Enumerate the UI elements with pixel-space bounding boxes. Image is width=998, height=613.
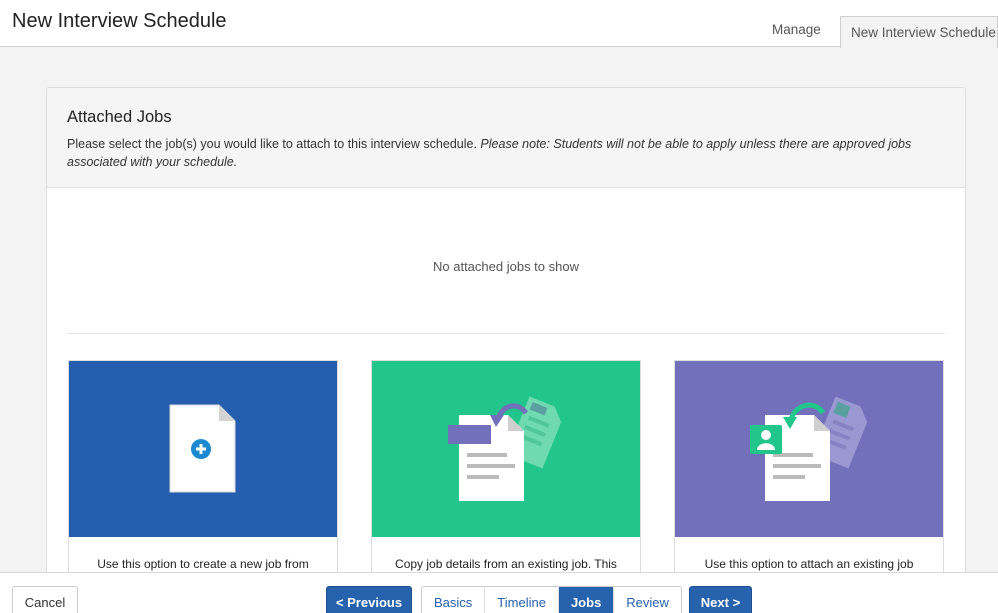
previous-button[interactable]: < Previous: [326, 586, 412, 613]
copy-document-icon: [448, 396, 562, 501]
top-bar: New Interview Schedule Manage New Interv…: [0, 0, 998, 48]
tab-manage[interactable]: Manage: [772, 22, 821, 37]
create-new-job-art: [69, 361, 337, 537]
create-new-job-caption: Use this option to create a new job from: [97, 557, 309, 571]
tab-new-interview-schedule[interactable]: New Interview Schedule: [840, 16, 998, 48]
panel-header: Attached Jobs Please select the job(s) y…: [47, 88, 965, 188]
attach-existing-job-card[interactable]: Use this option to attach an existing jo…: [674, 360, 944, 576]
divider: [67, 333, 945, 334]
footer-bar: Cancel < Previous Basics Timeline Jobs R…: [0, 572, 998, 613]
empty-jobs-message: No attached jobs to show: [433, 259, 579, 274]
attach-document-person-icon: [750, 396, 868, 501]
copy-job-card[interactable]: Copy job details from an existing job. T…: [371, 360, 641, 576]
step-review[interactable]: Review: [614, 587, 681, 613]
panel-description: Please select the job(s) you would like …: [67, 135, 945, 171]
wizard-steps: Basics Timeline Jobs Review: [421, 586, 682, 613]
panel-heading: Attached Jobs: [67, 108, 172, 126]
step-basics[interactable]: Basics: [422, 587, 486, 613]
cancel-button[interactable]: Cancel: [12, 586, 78, 613]
next-button[interactable]: Next >: [689, 586, 752, 613]
description-text: Please select the job(s) you would like …: [67, 137, 477, 151]
attach-existing-job-caption: Use this option to attach an existing jo…: [704, 557, 914, 571]
create-new-job-card[interactable]: Use this option to create a new job from: [68, 360, 338, 576]
attached-jobs-panel: Attached Jobs Please select the job(s) y…: [46, 87, 966, 577]
step-timeline[interactable]: Timeline: [485, 587, 559, 613]
attach-existing-job-art: [675, 361, 943, 537]
step-jobs[interactable]: Jobs: [558, 587, 615, 613]
new-document-plus-icon: [169, 404, 236, 493]
copy-job-art: [372, 361, 640, 537]
page-title: New Interview Schedule: [12, 10, 227, 32]
copy-job-caption: Copy job details from an existing job. T…: [395, 557, 617, 571]
